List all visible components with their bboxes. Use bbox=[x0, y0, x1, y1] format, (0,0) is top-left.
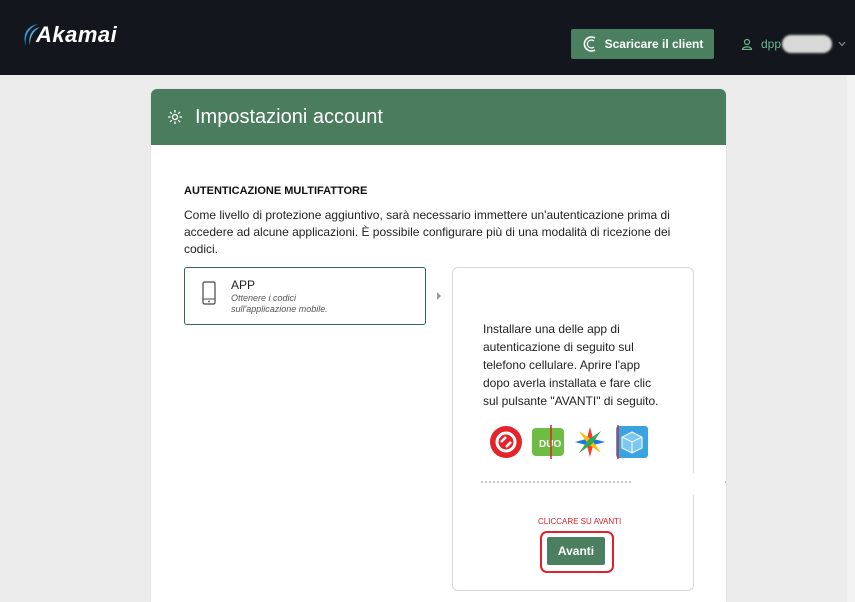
authenticator-apps: DUO bbox=[489, 425, 657, 464]
top-bar: Akamai Scaricare il client dpp bbox=[0, 0, 855, 75]
logo-text: Akamai bbox=[36, 22, 118, 47]
user-icon bbox=[741, 38, 753, 50]
redacted-username bbox=[782, 35, 833, 53]
arrow-right-icon bbox=[437, 292, 441, 300]
chevron-down-icon bbox=[838, 41, 846, 47]
svg-text:DUO: DUO bbox=[539, 439, 561, 450]
section-title: AUTENTICAZIONE MULTIFATTORE bbox=[184, 185, 368, 197]
page-scrollbar[interactable] bbox=[847, 75, 855, 602]
instructions-card: Installare una delle app di autenticazio… bbox=[452, 267, 726, 591]
google-authenticator-icon bbox=[573, 425, 607, 464]
page-title: Impostazioni account bbox=[195, 105, 383, 128]
mobile-phone-icon bbox=[202, 281, 216, 305]
gear-icon bbox=[168, 110, 182, 124]
user-menu[interactable]: dpp bbox=[741, 29, 846, 59]
instructions-text: Installare una delle app di autenticazio… bbox=[483, 322, 659, 408]
highlight-box: Avanti bbox=[540, 531, 614, 573]
panel-header: Impostazioni account bbox=[151, 89, 726, 145]
akamai-logo[interactable]: Akamai bbox=[20, 22, 117, 48]
account-settings-panel: Impostazioni account AUTENTICAZIONE MULT… bbox=[151, 89, 726, 602]
section-description: Come livello di protezione aggiuntivo, s… bbox=[184, 208, 671, 256]
annotation-note: CLICCARE SU AVANTI bbox=[538, 517, 622, 526]
client-icon bbox=[583, 36, 596, 52]
app-option-subtitle: Ottenere i codici sull'applicazione mobi… bbox=[231, 293, 328, 314]
duo-icon: DUO bbox=[531, 425, 565, 464]
download-client-button[interactable]: Scaricare il client bbox=[571, 29, 714, 59]
cube-app-icon bbox=[615, 425, 649, 464]
app-option-card[interactable]: APP Ottenere i codici sull'applicazione … bbox=[184, 267, 426, 325]
app-option-title: APP bbox=[231, 278, 256, 292]
next-button[interactable]: Avanti bbox=[547, 537, 605, 565]
download-client-label: Scaricare il client bbox=[604, 37, 704, 51]
redaction-cover bbox=[633, 473, 723, 495]
user-name: dpp bbox=[761, 37, 782, 51]
authy-icon bbox=[489, 425, 523, 464]
